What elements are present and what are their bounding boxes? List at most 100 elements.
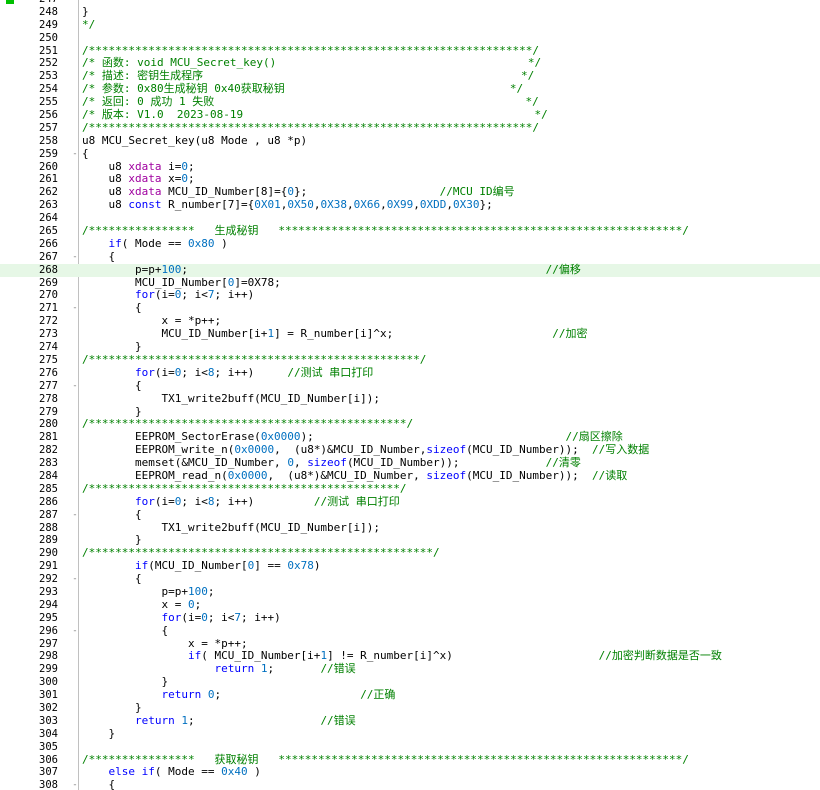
line-number: 263 [39,199,58,212]
line-number: 268 [39,263,58,276]
number-token: 0 [201,610,208,624]
fold-guide [71,173,79,186]
fold-toggle-icon[interactable]: - [71,380,79,393]
code-line[interactable]: 248} [0,5,820,19]
code-text[interactable]: MCU_ID_Number[i+1] = R_number[i]^x; //加密 [82,327,587,341]
line-number: 273 [39,328,58,341]
code-token: MCU_ID_Number[ [82,275,228,289]
code-token: ); [300,430,566,444]
fold-guide [71,470,79,483]
line-number: 276 [39,366,58,379]
code-token: ; i++) [214,288,255,302]
code-line[interactable]: 304 } [0,727,820,741]
line-number: 267 [39,250,58,263]
fold-guide [71,715,79,728]
fold-toggle-icon[interactable]: - [71,302,79,315]
code-token: x= [161,172,182,186]
comment-token: /***************************************… [82,417,414,431]
code-token: ( MCU_ID_Number[i+ [201,649,321,663]
number-token: 100 [187,584,208,598]
code-line[interactable]: 308 - { [0,778,820,790]
type-token: xdata [128,159,162,173]
code-text[interactable]: u8 const R_number[7]={0X01,0X50,0X38,0X6… [82,198,492,212]
fold-guide [71,431,79,444]
code-line[interactable]: 266 if( Mode == 0x80 ) [0,237,820,251]
fold-toggle-icon[interactable]: - [71,779,79,790]
line-number: 291 [39,560,58,573]
code-token: , (u8*)&MCU_ID_Number, [267,468,427,482]
comment-token: //错误 [320,662,356,676]
code-line[interactable]: 258 u8 MCU_Secret_key(u8 Mode , u8 *p) [0,134,820,148]
fold-guide [71,496,79,509]
fold-guide [71,702,79,715]
keyword-token: sizeof [426,443,467,457]
code-text[interactable]: return 1; //错误 [82,713,356,728]
line-number: 281 [39,431,58,444]
code-line[interactable]: 249 */ [0,18,820,32]
comment-token: /**************** 生成秘钥 *****************… [82,224,689,238]
keyword-token: if [187,649,202,663]
code-token: ; i< [181,494,208,508]
number-token: 0x78 [287,559,314,573]
fold-guide [71,457,79,470]
fold-guide [71,238,79,251]
fold-guide [71,122,79,135]
number-token: 0 [181,172,188,186]
line-number: 303 [39,714,58,727]
fold-guide [71,638,79,651]
comment-token: //加密判断数据是否一致 [598,649,722,663]
code-token: u8 [82,172,129,186]
line-number: 257 [39,121,58,134]
fold-guide [71,393,79,406]
code-token: R_number[7]={ [161,198,255,212]
number-token: 0 [287,456,294,470]
fold-toggle-icon[interactable]: - [71,251,79,264]
code-line[interactable]: 307 else if( Mode == 0x40 ) [0,765,820,779]
fold-toggle-icon[interactable]: - [71,625,79,638]
code-token: ; [187,172,195,186]
code-token: ; [267,662,321,676]
number-token: 0x0000 [234,443,275,457]
code-token: p=p+ [82,584,188,598]
number-token: 0X30 [452,198,480,212]
code-token: (MCU_ID_Number)); [466,468,592,482]
code-token: p=p+ [82,262,162,276]
code-token: (i= [154,365,175,379]
line-number: 275 [39,353,58,366]
line-number: 295 [39,611,58,624]
line-number: 294 [39,598,58,611]
fold-toggle-icon[interactable]: - [71,509,79,522]
comment-token: //正确 [360,688,396,702]
code-token: ; [214,688,361,702]
fold-guide [71,135,79,148]
code-token: ; [187,713,321,727]
code-text[interactable]: */ [82,18,95,32]
fold-toggle-icon[interactable]: - [71,148,79,161]
code-token: , [346,198,354,212]
code-line[interactable]: 263 u8 const R_number[7]={0X01,0X50,0X38… [0,198,820,212]
code-text[interactable]: { [82,778,115,790]
code-token: { [82,301,142,315]
code-lines[interactable]: 247-- - - - - - - - - - - - - - - - - -2… [0,0,820,790]
keyword-token: for [134,365,155,379]
fold-guide [71,650,79,663]
code-text[interactable]: u8 MCU_Secret_key(u8 Mode , u8 *p) [82,134,307,148]
code-line[interactable]: 303 return 1; //错误 [0,713,820,728]
code-token: x = *p++; [82,636,248,650]
line-number: 289 [39,534,58,547]
comment-token: //测试 串口打印 [313,494,400,508]
line-number: 284 [39,469,58,482]
code-text[interactable]: } [82,727,115,741]
keyword-token: for [134,288,155,302]
line-number: 248 [39,5,58,18]
code-editor[interactable]: 247-- - - - - - - - - - - - - - - - - -2… [0,0,820,790]
code-token: ; [181,262,546,276]
fold-toggle-icon[interactable]: - [71,573,79,586]
fold-guide [71,483,79,496]
code-token: ) [313,559,321,573]
